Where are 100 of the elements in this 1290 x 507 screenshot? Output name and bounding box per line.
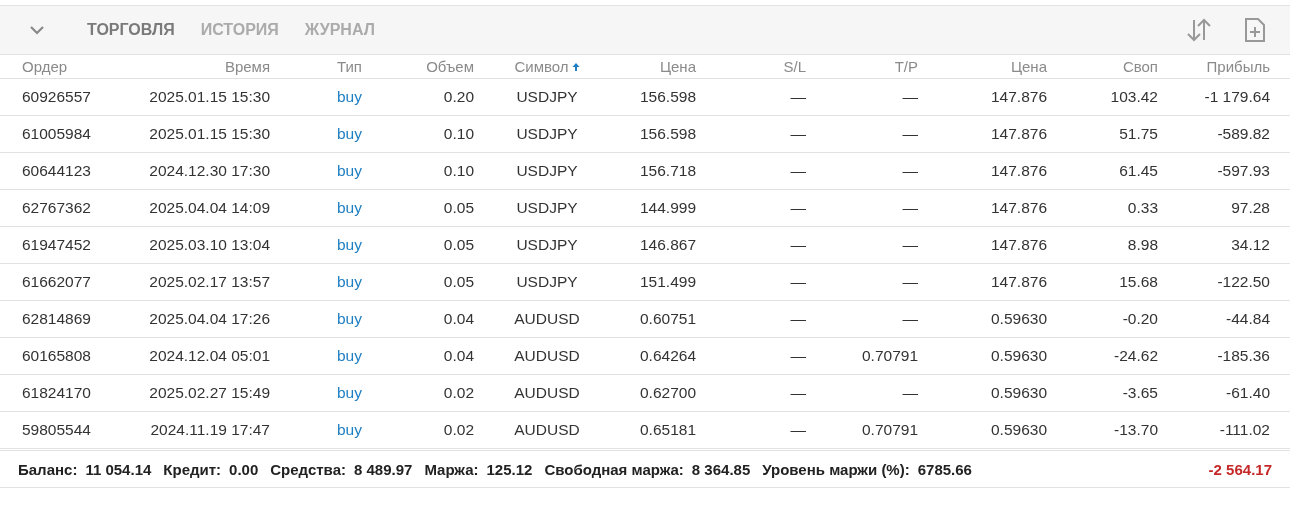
table-cell-text: AUDUSD xyxy=(513,421,581,439)
table-cell-text: 61662077 xyxy=(22,273,92,291)
table-cell-text: 15.68 xyxy=(1118,273,1158,291)
table-cell-text: 0.59630 xyxy=(989,310,1047,328)
table-cell-text: — xyxy=(901,236,918,254)
table-cell-text: 156.598 xyxy=(638,88,696,106)
summary-value: 0.00 xyxy=(229,460,259,478)
table-cell-text: — xyxy=(901,88,918,106)
table-cell-text: -185.36 xyxy=(1216,347,1270,365)
tab[interactable]: ТОРГОВЛЯ xyxy=(74,6,188,54)
table-cell-text: 2025.01.15 15:30 xyxy=(148,125,270,143)
table-cell-text: 0.64264 xyxy=(638,347,696,365)
table-cell-text: 0.20 xyxy=(442,88,474,106)
table-cell-text: 103.42 xyxy=(1109,88,1158,106)
tab[interactable]: ЖУРНАЛ xyxy=(291,6,388,54)
table-cell-text: 60165808 xyxy=(22,347,92,365)
table-cell-text: -13.70 xyxy=(1113,421,1158,439)
table-cell-text: 2025.04.04 17:26 xyxy=(148,310,270,328)
column-header[interactable]: Время xyxy=(122,58,270,75)
table-cell-text: buy xyxy=(336,273,362,291)
table-cell-text: -0.20 xyxy=(1121,310,1158,328)
table-cell-text: 0.04 xyxy=(442,310,474,328)
total-profit: -2 564.17 xyxy=(1208,460,1272,478)
table-cell-text: 2025.04.04 14:09 xyxy=(148,199,270,217)
table-cell-text: 34.12 xyxy=(1230,236,1270,254)
table-cell-text: -24.62 xyxy=(1113,347,1158,365)
table-cell-text: 2025.02.27 15:49 xyxy=(148,384,270,402)
table-cell-text: — xyxy=(901,384,918,402)
table-cell-text: — xyxy=(789,384,806,402)
table-cell-text: 0.60751 xyxy=(638,310,696,328)
table-cell-text: 144.999 xyxy=(638,199,696,217)
column-header[interactable]: Тип xyxy=(270,58,362,75)
summary-label: Свободная маржа: xyxy=(544,460,684,478)
table-cell-text: USDJPY xyxy=(515,236,579,254)
column-header[interactable]: Ордер xyxy=(22,58,122,75)
table-cell-text: 2024.11.19 17:47 xyxy=(149,421,270,439)
table-cell-text: buy xyxy=(336,421,362,439)
table-cell-text: — xyxy=(789,310,806,328)
table-cell-text: USDJPY xyxy=(515,199,579,217)
summary-value: 8 364.85 xyxy=(691,460,751,478)
table-cell-text: 0.02 xyxy=(442,384,474,402)
table-cell-text: -111.02 xyxy=(1218,421,1270,439)
table-cell-text: -122.50 xyxy=(1216,273,1270,291)
table-cell-text: — xyxy=(789,421,806,439)
tab[interactable]: ИСТОРИЯ xyxy=(187,6,292,54)
table-cell-text: buy xyxy=(336,310,362,328)
table-cell-text: — xyxy=(901,310,918,328)
table-cell-text: 147.876 xyxy=(989,236,1047,254)
table-cell-text: 0.65181 xyxy=(638,421,696,439)
column-header[interactable]: Объем xyxy=(362,58,474,75)
table-cell-text: 62767362 xyxy=(22,199,92,217)
table-cell-text: 61005984 xyxy=(22,125,92,143)
table-cell-text: 147.876 xyxy=(989,273,1047,291)
table-cell-text: — xyxy=(901,125,918,143)
table-cell-text: — xyxy=(789,199,806,217)
table-cell-text: 97.28 xyxy=(1230,199,1270,217)
table-cell-text: 0.70791 xyxy=(860,347,918,365)
table-cell-text: 61947452 xyxy=(22,236,92,254)
table-cell-text: 0.04 xyxy=(442,347,474,365)
table-cell-text: — xyxy=(789,88,806,106)
summary-value: 125.12 xyxy=(486,460,533,478)
column-header[interactable]: Цена xyxy=(918,58,1047,75)
table-cell-text: USDJPY xyxy=(515,88,579,106)
table-cell-text: 0.05 xyxy=(442,199,474,217)
table-cell-text: 156.718 xyxy=(638,162,696,180)
table-cell-text: AUDUSD xyxy=(513,384,581,402)
table-cell-text: -1 179.64 xyxy=(1203,88,1270,106)
column-header[interactable]: T/P xyxy=(806,58,918,75)
table-cell-text: buy xyxy=(336,88,362,106)
table-cell-text: 0.70791 xyxy=(860,421,918,439)
table-cell-text: buy xyxy=(336,125,362,143)
column-header[interactable]: Цена xyxy=(620,58,696,75)
table-cell-text: — xyxy=(789,236,806,254)
table-cell-text: — xyxy=(789,162,806,180)
summary-value: 6785.66 xyxy=(917,460,972,478)
summary-label: Уровень маржи (%): xyxy=(762,460,910,478)
table-cell-text: 61824170 xyxy=(22,384,92,402)
table-cell-text: buy xyxy=(336,199,362,217)
table-cell-text: 0.05 xyxy=(442,273,474,291)
table-cell-text: 59805544 xyxy=(22,421,92,439)
table-cell-text: -589.82 xyxy=(1216,125,1270,143)
table-cell-text: 61.45 xyxy=(1118,162,1158,180)
table-cell-text: — xyxy=(901,199,918,217)
table-cell-text: 60926557 xyxy=(22,88,92,106)
table-cell-text: buy xyxy=(336,347,362,365)
summary-label: Средства: xyxy=(270,460,346,478)
column-header[interactable]: Символ xyxy=(474,58,620,75)
table-cell-text: 8.98 xyxy=(1126,236,1158,254)
table-cell-text: 151.499 xyxy=(638,273,696,291)
column-header[interactable]: Своп xyxy=(1047,58,1158,75)
table-cell-text: 0.59630 xyxy=(989,421,1047,439)
table-cell-text: 2025.02.17 13:57 xyxy=(148,273,270,291)
table-cell-text: 146.867 xyxy=(638,236,696,254)
table-cell-text: 0.10 xyxy=(442,162,474,180)
table-cell-text: buy xyxy=(336,236,362,254)
table-cell-text: 147.876 xyxy=(989,199,1047,217)
column-header[interactable]: Прибыль xyxy=(1158,58,1270,75)
column-header[interactable]: S/L xyxy=(696,58,806,75)
summary-label: Кредит: xyxy=(163,460,222,478)
table-cell-text: buy xyxy=(336,384,362,402)
